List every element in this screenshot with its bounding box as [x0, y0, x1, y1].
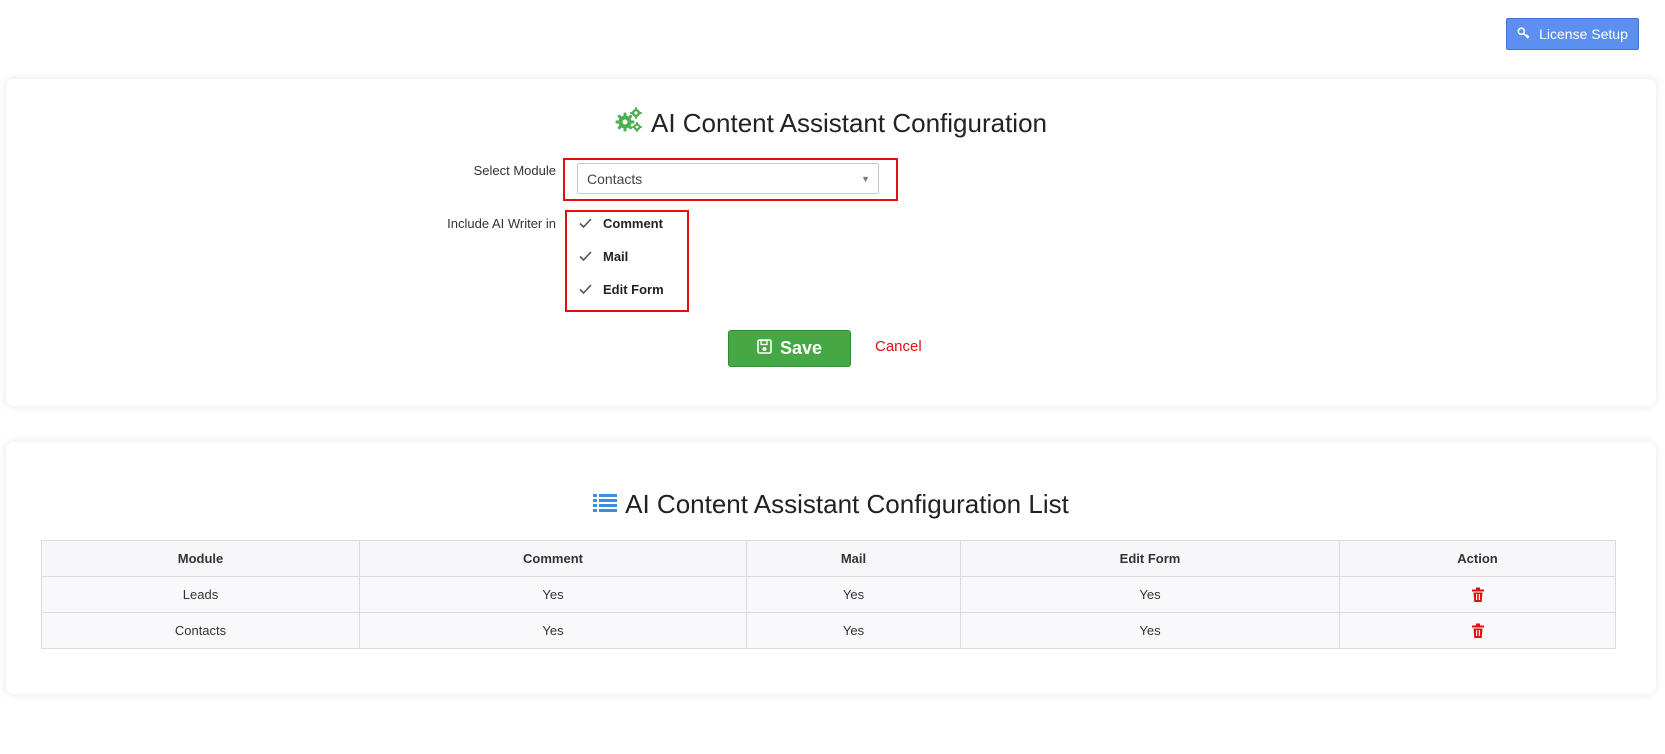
cell-module: Contacts [41, 612, 360, 649]
module-select-value: Contacts [587, 170, 643, 187]
cell-action [1339, 612, 1616, 649]
config-title-text: AI Content Assistant Configuration [650, 108, 1047, 138]
list-title: AI Content Assistant Configuration List [6, 489, 1656, 520]
cell-edit-form: Yes [960, 576, 1340, 613]
caret-down-icon: ▼ [861, 174, 870, 184]
key-icon [1517, 26, 1531, 43]
trash-icon[interactable] [1471, 587, 1485, 603]
config-title: AI Content Assistant Configuration [6, 107, 1656, 140]
checkbox-edit-form-label: Edit Form [603, 282, 664, 297]
config-table: Module Comment Mail Edit Form Action Lea… [41, 540, 1616, 649]
config-list-card: AI Content Assistant Configuration List … [6, 442, 1656, 694]
check-icon[interactable] [578, 282, 593, 297]
check-icon[interactable] [578, 216, 593, 231]
checkbox-edit-form[interactable]: Edit Form [578, 282, 664, 297]
col-mail: Mail [746, 540, 961, 577]
cancel-link[interactable]: Cancel [875, 338, 922, 355]
save-label: Save [779, 338, 823, 358]
gears-icon [615, 107, 643, 140]
cell-comment: Yes [359, 612, 747, 649]
select-module-label: Select Module [473, 163, 556, 178]
cell-mail: Yes [746, 576, 961, 613]
cell-module: Leads [41, 576, 360, 613]
checkbox-comment-label: Comment [603, 216, 663, 231]
config-card: AI Content Assistant Configuration Selec… [6, 79, 1656, 406]
checkbox-mail[interactable]: Mail [578, 249, 628, 264]
table-row: Leads Yes Yes Yes [41, 576, 1616, 613]
checkbox-mail-label: Mail [603, 249, 629, 264]
save-button[interactable]: Save [728, 330, 851, 367]
col-comment: Comment [359, 540, 747, 577]
cell-action [1339, 576, 1616, 613]
list-title-text: AI Content Assistant Configuration List [625, 489, 1069, 519]
table-header-row: Module Comment Mail Edit Form Action [41, 540, 1616, 577]
col-module: Module [41, 540, 360, 577]
include-ai-writer-label: Include AI Writer in [447, 216, 556, 231]
cell-edit-form: Yes [960, 612, 1340, 649]
floppy-disk-icon [757, 338, 772, 359]
trash-icon[interactable] [1471, 623, 1485, 639]
license-setup-label: License Setup [1539, 26, 1628, 42]
check-icon[interactable] [578, 249, 593, 264]
cell-mail: Yes [746, 612, 961, 649]
col-edit-form: Edit Form [960, 540, 1340, 577]
module-select[interactable]: Contacts ▼ [577, 163, 879, 194]
license-setup-button[interactable]: License Setup [1506, 18, 1639, 50]
list-icon [593, 489, 618, 520]
cell-comment: Yes [359, 576, 747, 613]
col-action: Action [1339, 540, 1616, 577]
table-row: Contacts Yes Yes Yes [41, 612, 1616, 649]
checkbox-comment[interactable]: Comment [578, 216, 663, 231]
